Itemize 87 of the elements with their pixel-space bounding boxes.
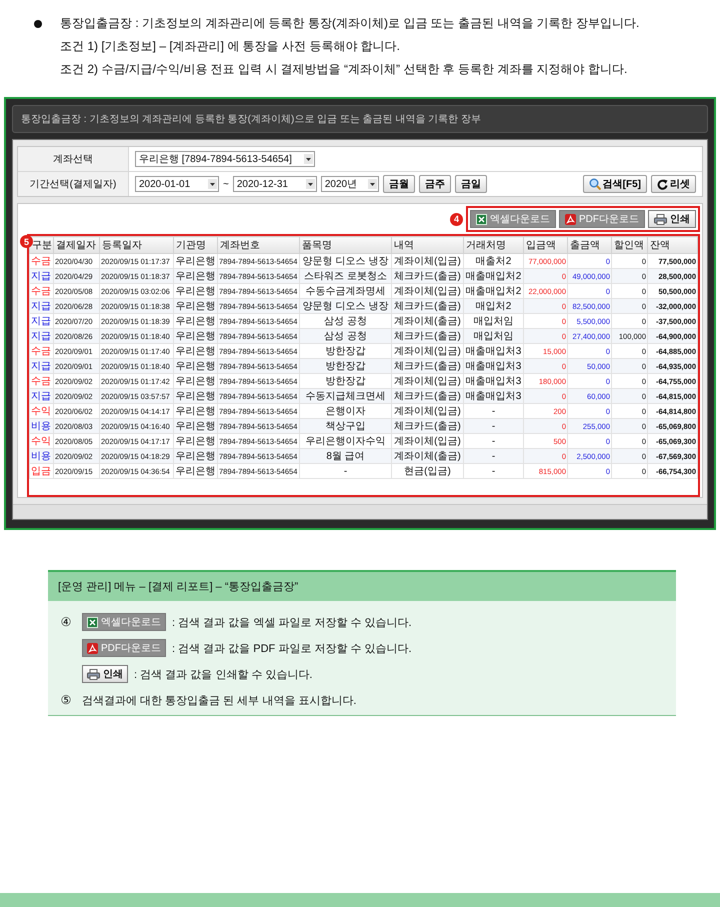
pdf-icon [87,642,98,654]
period-button[interactable]: 금주 [418,175,451,193]
date-dropdown[interactable]: 2020-12-31 [232,176,317,192]
table-cell: 매출매입처3 [464,358,524,374]
table-cell: 체크카드(출금) [392,358,464,374]
window-title: 통장입출금장 : 기초정보의 계좌관리에 등록한 통장(계좌이체)으로 입금 또는 출금된 내역을 기록한 장부 [12,105,708,133]
table-cell: 삼성 공청 [300,328,392,344]
table-cell: 지급 [30,328,54,344]
table-cell: 체크카드(출금) [392,418,464,434]
table-cell: - [464,448,524,464]
legend-text: : 검색 결과 값을 PDF 파일로 저장할 수 있습니다. [172,642,412,656]
printer-icon [87,668,100,680]
table-cell: 방한장갑 [300,358,392,374]
column-header[interactable]: 거래처명 [464,236,524,254]
table-cell: - [464,464,524,478]
table-cell: 매출매입처2 [464,268,524,284]
column-header[interactable]: 등록일자 [100,236,174,254]
column-header[interactable]: 출금액 [568,236,612,254]
column-header[interactable]: 구분 [30,236,54,254]
year-dropdown[interactable]: 2020년 [320,176,379,192]
condition-text: 조건 2) 수금/지급/수익/비용 전표 입력 시 결제방법을 “계좌이체” 선택한 후 등록한 계좌를 지정해야 합니다. [59,61,628,78]
range-separator: ~ [223,178,229,190]
table-cell: 우리은행 [174,268,218,284]
column-header[interactable]: 품목명 [300,236,392,254]
table-cell: 우리은행 [174,448,218,464]
table-cell: 입금 [30,464,54,478]
table-cell: 체크카드(출금) [392,268,464,284]
column-header[interactable]: 내역 [392,236,464,254]
table-cell: 우리은행 [174,464,218,478]
table-cell: 체크카드(출금) [392,328,464,344]
column-header[interactable]: 입금액 [524,236,568,254]
table-cell: 우리은행 [174,298,218,314]
refresh-icon [657,178,668,190]
table-cell: 우리은행 [174,328,218,344]
condition-text: 조건 1) [기초정보] – [계좌관리] 에 통장을 사전 등록해야 합니다. [59,38,402,55]
table-cell: 매출매입처3 [464,388,524,404]
table-cell: - [464,418,524,434]
table-cell: 지급 [30,388,54,404]
spreadsheet-icon [476,214,487,224]
print-button[interactable]: 인쇄 [648,210,696,228]
search-icon [588,178,601,190]
pdf-icon [565,214,576,224]
table-cell: 책상구입 [300,418,392,434]
table-cell: 우리은행 [174,418,218,434]
legend-text: : 검색 결과 값을 엑셀 파일로 저장할 수 있습니다. [172,616,412,630]
column-header[interactable]: 결제일자 [54,236,100,254]
table-cell: 우리은행 [174,388,218,404]
table-cell: 비용 [30,448,54,464]
column-header[interactable]: 할인액 [612,236,648,254]
legend-text: 검색결과에 대한 통장입출금 된 세부 내역을 표시합니다. [82,694,356,708]
bullet-icon [34,20,42,28]
callout-number: ④ [60,615,72,629]
table-cell: 지급 [30,358,54,374]
legend-heading: [운영 관리] 메뉴 – [결제 리포트] – “통장입출금장” [48,570,676,601]
table-cell: 우리은행 [174,358,218,374]
table-cell: 양문형 디오스 냉장 [300,298,392,314]
table-cell: - [300,464,392,478]
period-button[interactable]: 금일 [454,175,487,193]
column-header[interactable]: 기관명 [174,236,218,254]
table-cell: 수동지급체크면세 [300,388,392,404]
table-cell: 매입처2 [464,298,524,314]
callout-badge: 5 [20,235,33,248]
table-cell: 8월 급여 [300,448,392,464]
column-header[interactable]: 잔액 [648,236,698,254]
printer-icon [654,214,667,224]
table-cell: 체크카드(출금) [392,388,464,404]
table-cell: 체크카드(출금) [392,298,464,314]
table-cell: 현금(입금) [392,464,464,478]
legend-text: : 검색 결과 값을 인쇄할 수 있습니다. [134,668,312,682]
search-button[interactable]: 검색[F5] [582,175,647,193]
date-dropdown[interactable]: 2020-01-01 [135,176,219,192]
table-cell: 지급 [30,298,54,314]
table-cell: 계좌이체(출금) [392,448,464,464]
table-cell: 비용 [30,418,54,434]
table-cell: 지급 [30,268,54,284]
period-button[interactable]: 금월 [382,175,415,193]
field-label: 계좌선택 [18,147,129,171]
callout-number: ⑤ [60,693,72,707]
spreadsheet-icon [87,616,98,628]
callout-badge: 4 [450,212,463,226]
account-dropdown[interactable]: 우리은행 [7894-7894-5613-54654] [135,151,315,167]
field-label: 기간선택(결제일자) [18,172,129,196]
table-cell: 스타워즈 로봇청소 [300,268,392,284]
column-header[interactable]: 계좌번호 [218,236,300,254]
table-cell: 매입처임 [464,328,524,344]
description-text: 통장입출금장 : 기초정보의 계좌관리에 등록한 통장(계좌이체)로 입금 또는 출금된 내역을 기록한 장부입니다. [60,15,640,32]
reset-button[interactable]: 리셋 [651,175,696,193]
